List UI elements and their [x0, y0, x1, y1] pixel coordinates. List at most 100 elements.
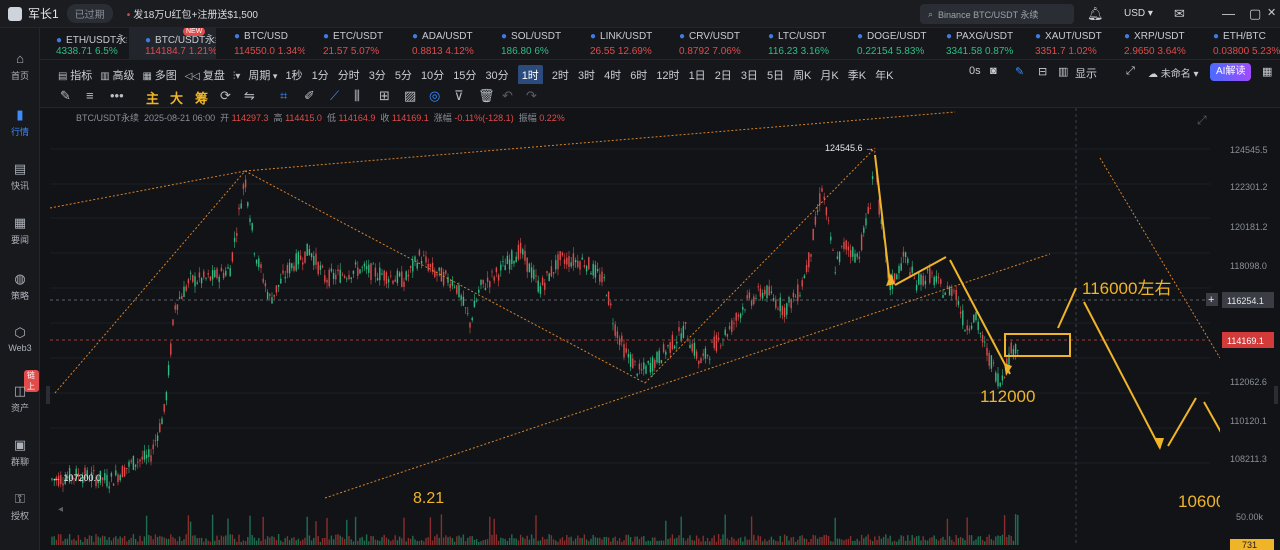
pen-icon[interactable]: ✎: [1015, 65, 1024, 78]
sidebar-item-flash[interactable]: ▤ 快讯: [0, 162, 40, 192]
ticker-item[interactable]: ● SOL/USDT 186.80 6%: [485, 28, 572, 60]
sidebar-item-market[interactable]: ▮ 行情: [0, 108, 40, 138]
candle-body: [236, 232, 238, 236]
period-item[interactable]: ⫶▾ 周期 ▾: [233, 67, 278, 83]
ticker-item[interactable]: ● XRP/USDT 2.9650 3.64%: [1108, 28, 1195, 60]
trash-icon[interactable]: 🗑︎: [478, 88, 495, 104]
volume-bar: [915, 536, 918, 545]
sidebar-item-web3[interactable]: ⬡ Web3: [0, 326, 40, 354]
period-item[interactable]: 5日: [767, 67, 784, 83]
chart-area[interactable]: 116000左右112000106000左右8.21124545.6 →← 10…: [40, 108, 1280, 550]
unnamed-layout[interactable]: ☁ 未命名 ▾: [1148, 65, 1199, 80]
candles-icon[interactable]: ⫼: [354, 88, 360, 104]
seconds-label[interactable]: 0s: [969, 65, 981, 77]
period-item[interactable]: 年K: [875, 67, 893, 83]
period-item[interactable]: 季K: [848, 67, 866, 83]
brush-icon[interactable]: ✐: [304, 88, 315, 104]
fullscreen-icon[interactable]: ⤢: [1126, 65, 1135, 78]
app-name[interactable]: 军长1: [28, 5, 59, 22]
period-item[interactable]: 分时: [338, 67, 360, 83]
ticker-item[interactable]: ● XAUT/USDT 3351.7 1.02%: [1019, 28, 1106, 60]
period-item[interactable]: 1秒: [285, 67, 302, 83]
candle-body: [616, 331, 619, 339]
more-dots-icon[interactable]: •••: [110, 88, 124, 103]
sidebar-item-chat[interactable]: ▣ 群聊: [0, 438, 40, 468]
refresh-icon[interactable]: ⟳: [220, 88, 231, 104]
sidebar-item-headlines[interactable]: ▦ 要闻: [0, 216, 40, 246]
trendline-icon[interactable]: ⟋: [330, 88, 339, 104]
period-item[interactable]: 4时: [604, 67, 621, 83]
maximize-icon[interactable]: ▢: [1249, 6, 1261, 22]
period-item[interactable]: 5分: [395, 67, 412, 83]
period-item[interactable]: 10分: [421, 67, 444, 83]
sidebar-item-assets[interactable]: ◫ 资产: [0, 384, 40, 414]
period-item[interactable]: 1日: [689, 67, 706, 83]
close-icon[interactable]: ✕: [1267, 6, 1276, 19]
period-item[interactable]: 2日: [715, 67, 732, 83]
volume-bar: [1010, 535, 1012, 545]
period-item[interactable]: 6时: [630, 67, 647, 83]
sidebar-item-auth[interactable]: ⚿ 授权: [0, 492, 40, 522]
period-item[interactable]: 30分: [485, 67, 508, 83]
period-item[interactable]: 12时: [656, 67, 679, 83]
bell-icon[interactable]: 🔔︎: [1087, 6, 1104, 22]
ai-interpret-button[interactable]: AI解读: [1210, 63, 1252, 81]
camera-icon[interactable]: ◙: [990, 65, 997, 77]
chips-indicator-button[interactable]: 筹: [195, 88, 208, 107]
period-item[interactable]: ▤ 指标: [58, 67, 92, 83]
big-indicator-button[interactable]: 大: [170, 88, 183, 107]
expired-badge[interactable]: 已过期: [66, 4, 113, 23]
compare-icon[interactable]: ⇋: [244, 88, 255, 104]
candlestick-chart[interactable]: 116000左右112000106000左右8.21124545.6 →← 10…: [40, 108, 1280, 550]
period-item[interactable]: 15分: [453, 67, 476, 83]
image-icon[interactable]: ▨: [404, 88, 416, 104]
layout-icon[interactable]: ▥: [1058, 65, 1068, 78]
ticker-item[interactable]: ● LTC/USDT 116.23 3.16%: [752, 28, 839, 60]
pencil-icon[interactable]: ✎: [60, 88, 71, 104]
period-item[interactable]: 3分: [369, 67, 386, 83]
ticker-item[interactable]: ● CRV/USDT 0.8792 7.06%: [663, 28, 750, 60]
volume-bar: [555, 540, 557, 545]
ticker-item[interactable]: ●ETH/USDT永续4338.71 6.5%: [40, 28, 127, 60]
hlines-icon[interactable]: ≡: [86, 88, 94, 103]
search-input[interactable]: ⌕ Binance BTC/USDT 永续: [920, 4, 1074, 24]
measure-icon[interactable]: ⊞: [379, 88, 390, 104]
sidebar-item-strategy[interactable]: ◍ 策略: [0, 272, 40, 302]
candle-body: [841, 245, 843, 247]
period-item[interactable]: 2时: [552, 67, 569, 83]
period-item[interactable]: 月K: [820, 67, 838, 83]
ruler-icon[interactable]: ⊟: [1038, 65, 1047, 78]
ticker-item[interactable]: ● ETC/USDT 21.57 5.07%: [307, 28, 394, 60]
minimize-icon[interactable]: —: [1222, 6, 1235, 21]
ticker-item[interactable]: ● DOGE/USDT 0.22154 5.83%: [841, 28, 928, 60]
ticker-item[interactable]: ● ETH/BTC 0.03800 5.23%: [1197, 28, 1280, 60]
ticker-item[interactable]: ● PAXG/USDT 3341.58 0.87%: [930, 28, 1017, 60]
grid-icon[interactable]: ▦: [1262, 65, 1272, 78]
period-item[interactable]: 3时: [578, 67, 595, 83]
ticker-item[interactable]: ● LINK/USDT 26.55 12.69%: [574, 28, 661, 60]
period-item[interactable]: 1分: [312, 67, 329, 83]
undo-icon[interactable]: ↶: [502, 88, 513, 104]
redo-icon[interactable]: ↷: [526, 88, 537, 104]
sidebar-item-home[interactable]: ⌂ 首页: [0, 52, 40, 82]
ticker-item[interactable]: ● ADA/USDT 0.8813 4.12%: [396, 28, 483, 60]
period-item[interactable]: 周K: [793, 67, 811, 83]
ticker-item[interactable]: ●BTC/USDT永续114184.7 1.21% NEW: [129, 28, 216, 60]
candle-body: [156, 435, 159, 441]
period-item[interactable]: ▥ 高级: [100, 67, 134, 83]
crop-icon[interactable]: ⌗: [280, 88, 287, 104]
period-item[interactable]: ▦ 多图: [142, 67, 176, 83]
currency-select[interactable]: USD ▾: [1124, 8, 1153, 19]
candle-body: [350, 277, 352, 280]
promo-text[interactable]: • 发18万U红包+注册送$1,500: [127, 6, 258, 21]
period-item[interactable]: 3日: [741, 67, 758, 83]
filter-icon[interactable]: ⊽: [454, 88, 464, 104]
display-button[interactable]: 显示: [1075, 65, 1097, 81]
period-item[interactable]: 1时: [517, 65, 543, 85]
ticker-item[interactable]: ● BTC/USD 114550.0 1.34%: [218, 28, 305, 60]
main-indicator-button[interactable]: 主: [146, 88, 159, 107]
magnet-icon[interactable]: ◎: [429, 88, 440, 104]
mail-icon[interactable]: ✉: [1174, 6, 1185, 22]
volume-bar: [627, 534, 630, 545]
period-item[interactable]: ◁◁ 复盘: [185, 67, 225, 83]
